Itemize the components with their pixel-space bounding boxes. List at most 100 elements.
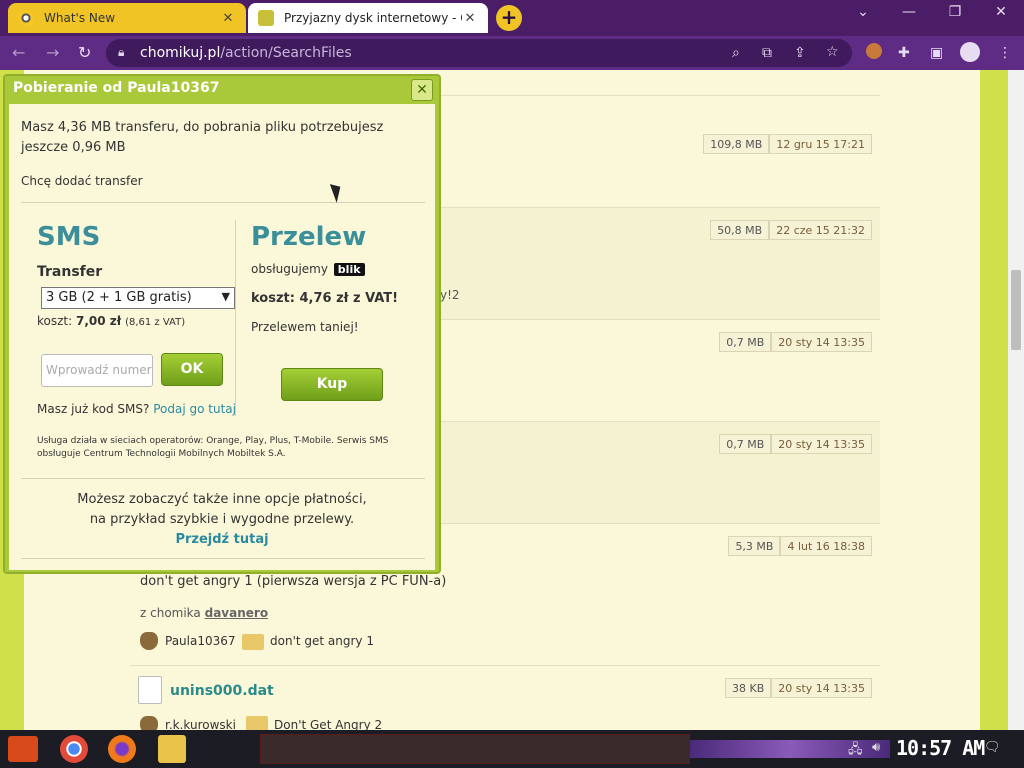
address-bar[interactable]: 🔒︎ chomikuj.pl/action/SearchFiles ⌕ ⧉ ⇪ … [106,39,852,67]
divider [21,558,425,559]
other-options-line1: Możesz zobaczyć także inne opcje płatnoś… [77,492,367,507]
folder-icon [242,634,264,650]
file-date: 22 cze 15 21:32 [769,220,872,240]
browser-toolbar: ← → ↻ 🔒︎ chomikuj.pl/action/SearchFiles … [0,36,1024,70]
notification-icon[interactable]: 🗨︎ [984,740,1001,755]
file-size: 109,8 MB [703,134,770,154]
file-size: 38 KB [724,678,772,698]
taskbar-banner [260,734,690,764]
divider [235,220,236,416]
close-icon[interactable]: ✕ [220,11,236,26]
tab-chomikuj[interactable]: Przyjazny dysk internetowy - C ✕ [248,3,488,33]
scrollbar-thumb[interactable] [1011,270,1021,350]
file-meta: 0,7 MB 20 sty 14 13:35 [719,332,872,352]
hamster-icon [140,716,158,730]
chrome-icon [18,10,34,26]
chevron-down-icon[interactable]: ⌄ [840,4,886,20]
przelew-heading: Przelew [251,222,367,252]
selected-option: 3 GB (2 + 1 GB gratis) [46,290,192,305]
tab-title: What's New [44,11,116,25]
file-explorer-icon[interactable] [158,735,186,763]
modal-body: Masz 4,36 MB transferu, do pobrania plik… [9,104,435,570]
chomik-link[interactable]: davanero [205,606,268,620]
new-tab-button[interactable]: + [496,5,522,31]
blik-logo: blik [333,263,365,276]
search-icon[interactable]: ⌕ [732,45,740,61]
sms-heading: SMS [37,222,101,252]
file-date: 20 sty 14 13:35 [771,434,872,454]
supported-label: obsługujemy blik [251,262,365,276]
close-icon[interactable]: ✕ [462,11,478,26]
hamster-icon [140,632,158,650]
firefox-taskbar-icon[interactable] [108,735,136,763]
file-description: don't get angry 1 (pierwsza wersja z PC … [140,574,447,589]
sidebar-icon[interactable]: ▣ [930,45,943,61]
other-options-line2: na przykład szybkie i wygodne przelewy. [89,512,355,527]
sms-code-input[interactable]: Wprowadź numer [41,354,153,387]
folder-icon [246,716,268,730]
list-item[interactable]: unins000.dat 38 KB 20 sty 14 13:35 r.k.k… [130,666,880,730]
menu-icon[interactable]: ⋮ [998,45,1012,61]
file-name-link[interactable]: unins000.dat [170,683,274,699]
transfer-label: Transfer [37,264,103,280]
transfer-info-line2: jeszcze 0,96 MB [21,140,126,155]
lock-icon: 🔒︎ [118,45,125,59]
taskbar: 🖧 🔊︎ 10:57 AM 🗨︎ [0,730,1024,768]
buy-button[interactable]: Kup [281,368,383,401]
file-size: 0,7 MB [719,332,772,352]
network-icon[interactable]: 🖧 [848,740,863,762]
file-description: y!2 [440,288,460,302]
file-meta: 38 KB 20 sty 14 13:35 [724,678,872,698]
profile-icon[interactable] [960,42,980,62]
file-date: 4 lut 16 18:38 [780,536,872,556]
file-meta: 5,3 MB 4 lut 16 18:38 [728,536,872,556]
have-code-text: Masz już kod SMS? Podaj go tutaj [37,402,236,416]
folder-link[interactable]: don't get angry 1 [270,634,374,648]
folder-link[interactable]: Don't Get Angry 2 [274,718,382,730]
taskbar-clock[interactable]: 10:57 AM [896,736,985,760]
from-chomik: z chomika davanero [140,606,269,620]
other-options-link[interactable]: Przejdź tutaj [9,532,435,547]
extension-avatar-icon[interactable] [866,43,882,59]
share-icon[interactable]: ⇪ [794,45,806,61]
start-button[interactable] [8,736,38,762]
divider [21,478,425,479]
puzzle-icon[interactable]: ✚ [898,45,910,61]
owner-link[interactable]: Paula10367 [165,634,236,648]
back-arrow-icon[interactable]: ← [12,43,25,62]
reload-icon[interactable]: ↻ [78,43,91,62]
tab-strip: What's New ✕ Przyjazny dysk internetowy … [0,0,1024,36]
translate-icon[interactable]: ⧉ [762,45,772,61]
file-meta: 109,8 MB 12 gru 15 17:21 [703,134,872,154]
window-close-button[interactable]: ✕ [978,4,1024,20]
cheaper-note: Przelewem taniej! [251,320,359,334]
minimize-button[interactable]: — [886,4,932,20]
forward-arrow-icon[interactable]: → [46,43,59,62]
transfer-select[interactable]: 3 GB (2 + 1 GB gratis) ▼ [41,287,235,309]
modal-close-button[interactable]: ✕ [411,79,433,101]
restore-button[interactable]: ❐ [932,4,978,20]
star-icon[interactable]: ☆ [826,44,839,60]
file-size: 5,3 MB [728,536,781,556]
file-meta: 0,7 MB 20 sty 14 13:35 [719,434,872,454]
tab-title: Przyjazny dysk internetowy - C [284,11,462,25]
file-meta: 50,8 MB 22 cze 15 21:32 [710,220,872,240]
volume-icon[interactable]: 🔊︎ [872,740,880,755]
owner-link[interactable]: r.k.kurowski [165,718,236,730]
sms-cost: koszt: 7,00 zł (8,61 z VAT) [37,314,186,328]
chrome-taskbar-icon[interactable] [60,735,88,763]
url-text: chomikuj.pl/action/SearchFiles [140,45,352,61]
ok-button[interactable]: OK [161,353,223,386]
modal-title: Pobieranie od Paula10367 [13,80,220,96]
file-size: 0,7 MB [719,434,772,454]
page-scrollbar[interactable] [1008,70,1024,730]
document-icon [138,676,162,704]
chomikuj-favicon-icon [258,10,274,26]
sms-legal-line2: obsługuje Centrum Technologii Mobilnych … [37,449,286,459]
file-date: 12 gru 15 17:21 [769,134,872,154]
tab-whats-new[interactable]: What's New ✕ [8,3,246,33]
przelew-cost: koszt: 4,76 zł z VAT! [251,291,399,306]
transfer-info-line1: Masz 4,36 MB transferu, do pobrania plik… [21,120,384,135]
file-date: 20 sty 14 13:35 [771,678,872,698]
enter-code-link[interactable]: Podaj go tutaj [153,402,236,416]
